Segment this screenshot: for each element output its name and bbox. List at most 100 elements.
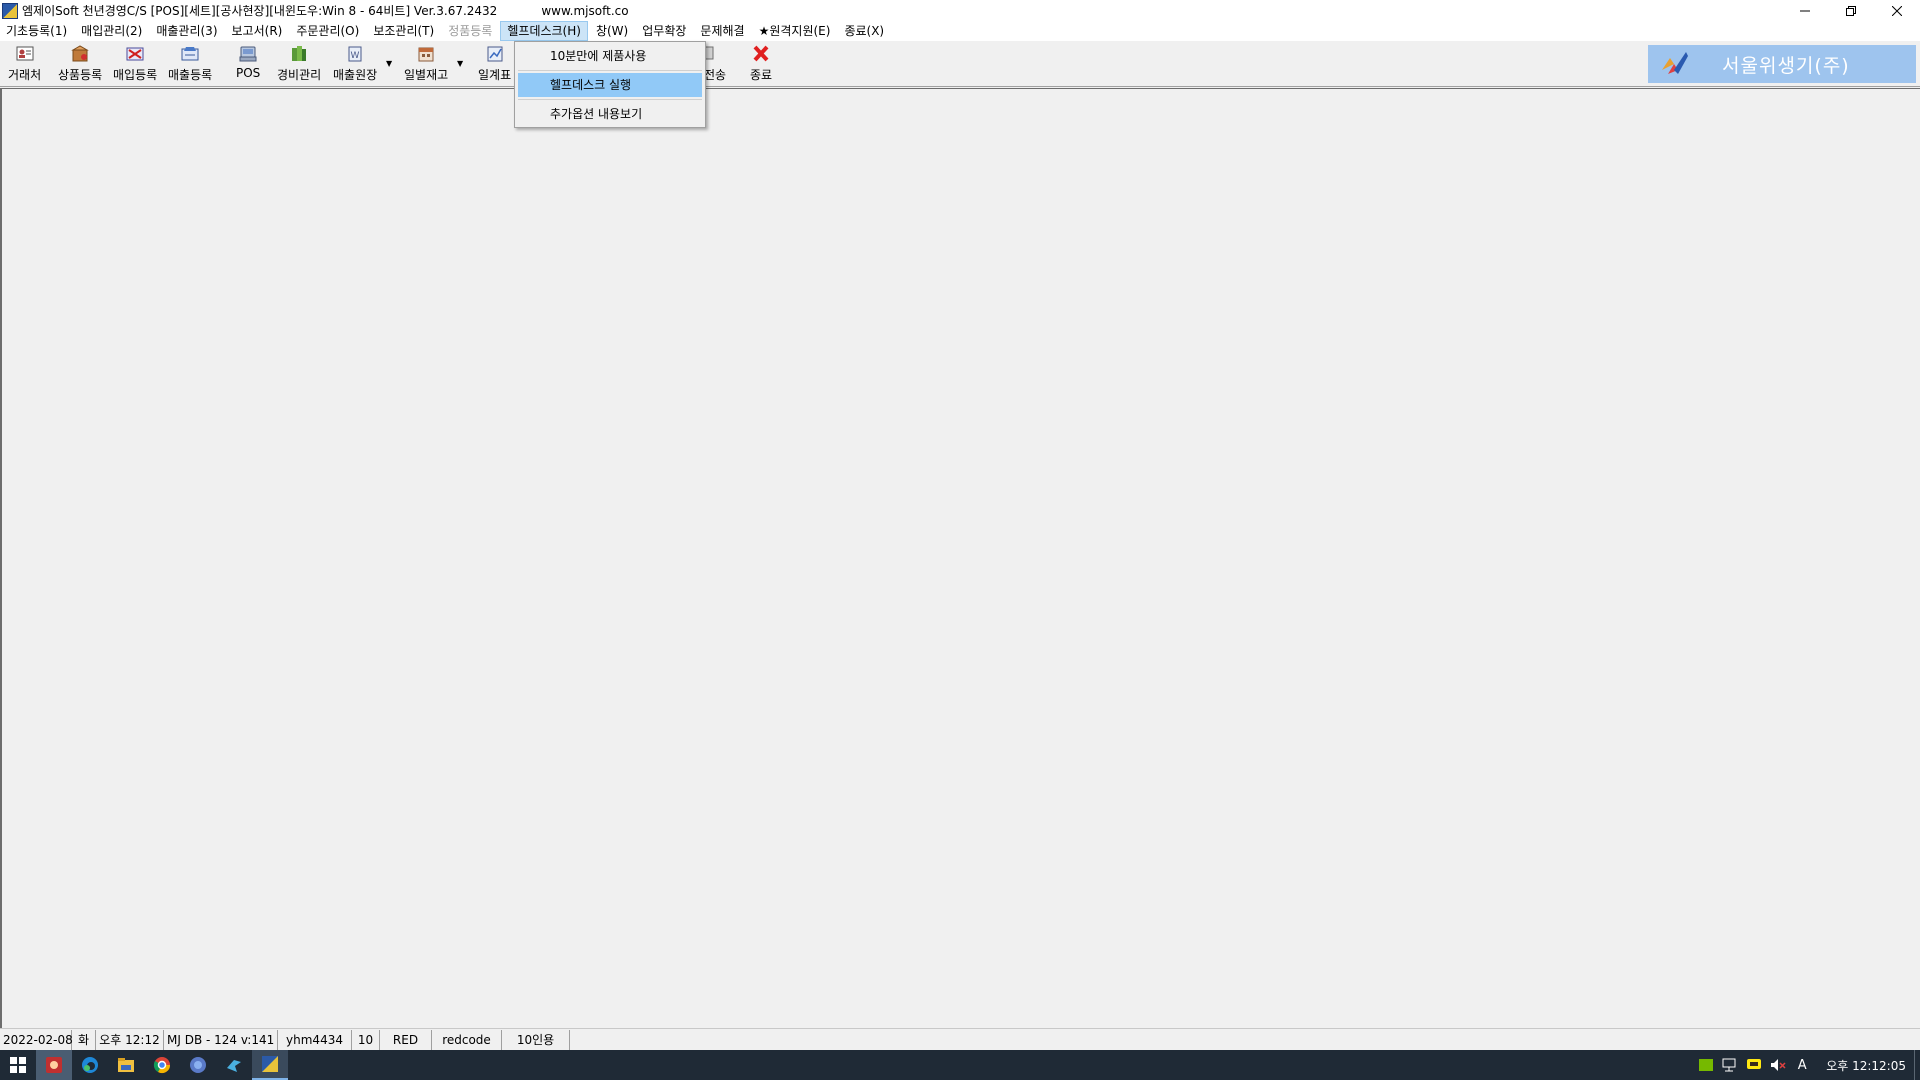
purchase-registration-button[interactable]: 매입등록 — [113, 45, 157, 85]
client-label: 거래처 — [8, 68, 42, 82]
transfer-icon — [705, 46, 714, 60]
chrome-icon — [153, 1057, 171, 1074]
tray-messenger[interactable] — [1742, 1050, 1766, 1080]
pos-button[interactable]: POS — [236, 45, 260, 85]
daily-sheet-label: 일계표 — [478, 68, 512, 82]
product-registration-button[interactable]: 상품등록 — [58, 45, 102, 85]
window-title: 엠제이Soft 천년경영C/S [POS][세트][공사현장][내윈도우:Win… — [22, 4, 498, 18]
status-date: 2022-02-08 — [0, 1029, 73, 1050]
status-db: MJ DB - 124 v:141 — [164, 1029, 278, 1050]
minimize-button[interactable] — [1782, 0, 1828, 21]
daily-inventory-dropdown-arrow[interactable]: ▼ — [457, 59, 463, 68]
mjsoft-app-icon — [262, 1056, 278, 1072]
toolbar: 거래처 상품등록 매입등록 매출등록 POS 경비관리 W 매출원장 ▼ 일별재… — [0, 41, 1920, 87]
status-license: 10인용 — [502, 1029, 570, 1050]
status-bar: 2022-02-08 화 오후 12:12 MJ DB - 124 v:141 … — [0, 1028, 1920, 1050]
taskbar-mjsoft[interactable] — [252, 1050, 288, 1080]
menu-helpdesk[interactable]: 헬프데스크(H) — [500, 21, 588, 41]
transfer-button[interactable]: 전송 — [704, 45, 726, 85]
helpdesk-dropdown-menu: 10분만에 제품사용 헬프데스크 실행 추가옵션 내용보기 — [514, 41, 706, 128]
menu-sales-management[interactable]: 매출관리(3) — [150, 21, 223, 41]
menu-item-run-helpdesk[interactable]: 헬프데스크 실행 — [518, 73, 702, 97]
restore-button[interactable] — [1828, 0, 1874, 21]
close-button[interactable] — [1874, 0, 1920, 21]
menu-item-10min-guide[interactable]: 10분만에 제품사용 — [518, 44, 702, 68]
menu-item-view-options[interactable]: 추가옵션 내용보기 — [518, 102, 702, 126]
tray-network[interactable] — [1718, 1050, 1742, 1080]
minimize-icon — [1800, 10, 1810, 11]
edge-browser-icon — [82, 1057, 98, 1073]
svg-text:W: W — [351, 51, 360, 61]
product-registration-label: 상품등록 — [58, 68, 103, 82]
daily-inventory-label: 일별재고 — [404, 68, 449, 82]
pos-label: POS — [236, 66, 261, 80]
window-controls — [1782, 0, 1920, 21]
client-card-icon — [16, 46, 34, 61]
main-workspace — [0, 88, 1920, 1028]
pos-terminal-icon — [239, 46, 257, 62]
ledger-icon: W — [348, 46, 362, 62]
taskbar-file-explorer[interactable] — [108, 1050, 144, 1080]
menu-product-registration[interactable]: 정품등록 — [442, 21, 498, 41]
menu-reports[interactable]: 보고서(R) — [226, 21, 289, 41]
taskbar-app-bird[interactable] — [216, 1050, 252, 1080]
sales-registration-button[interactable]: 매출등록 — [168, 45, 212, 85]
menu-bar: 기초등록(1) 매입관리(2) 매출관리(3) 보고서(R) 주문관리(O) 보… — [0, 21, 1920, 41]
sales-icon — [181, 47, 199, 61]
menu-exit[interactable]: 종료(X) — [838, 21, 890, 41]
menu-auxiliary-management[interactable]: 보조관리(T) — [367, 21, 440, 41]
daily-chart-icon — [487, 46, 503, 62]
exit-x-icon — [753, 45, 769, 62]
taskbar-app-red[interactable] — [36, 1050, 72, 1080]
blue-circle-app-icon — [190, 1057, 206, 1073]
company-logo-icon — [1662, 52, 1688, 74]
taskbar-app-blue[interactable] — [180, 1050, 216, 1080]
volume-muted-icon — [1771, 1059, 1786, 1071]
taskbar: A 오후 12:12:05 — [0, 1050, 1920, 1080]
sales-ledger-label: 매출원장 — [333, 68, 378, 82]
show-desktop-button[interactable] — [1914, 1050, 1920, 1080]
menu-purchase-management[interactable]: 매입관리(2) — [75, 21, 148, 41]
expense-books-icon — [292, 46, 307, 61]
menu-remote-support[interactable]: ★원격지원(E) — [753, 21, 837, 41]
company-banner: 서울위생기(주) — [1648, 45, 1916, 83]
menu-separator — [518, 70, 702, 71]
close-icon — [1892, 5, 1902, 16]
expense-management-label: 경비관리 — [277, 68, 322, 82]
menu-order-management[interactable]: 주문관리(O) — [290, 21, 365, 41]
taskbar-chrome[interactable] — [144, 1050, 180, 1080]
taskbar-edge[interactable] — [72, 1050, 108, 1080]
menu-basic-registration[interactable]: 기초등록(1) — [0, 21, 73, 41]
bird-app-icon — [227, 1060, 241, 1072]
network-icon — [1722, 1058, 1736, 1072]
red-app-icon — [46, 1057, 62, 1073]
daily-inventory-button[interactable]: 일별재고 — [404, 45, 448, 85]
tray-ime[interactable]: A — [1790, 1050, 1814, 1080]
client-button[interactable]: 거래처 — [8, 45, 41, 85]
menu-troubleshooting[interactable]: 문제해결 — [694, 21, 750, 41]
daily-sheet-button[interactable]: 일계표 — [478, 45, 511, 85]
status-code: redcode — [432, 1029, 502, 1050]
start-button[interactable] — [0, 1050, 36, 1080]
menu-separator — [518, 99, 702, 100]
transfer-label: 전송 — [704, 68, 727, 82]
tray-volume[interactable] — [1766, 1050, 1790, 1080]
exit-button[interactable]: 종료 — [750, 45, 772, 85]
product-box-icon — [71, 45, 89, 62]
company-name: 서울위생기(주) — [1722, 54, 1850, 77]
system-tray: A 오후 12:12:05 — [1694, 1050, 1920, 1080]
status-time: 오후 12:12 — [96, 1029, 164, 1050]
taskbar-clock[interactable]: 오후 12:12:05 — [1826, 1057, 1906, 1074]
expense-management-button[interactable]: 경비관리 — [277, 45, 321, 85]
window-url: www.mjsoft.co — [541, 3, 629, 18]
menu-window[interactable]: 창(W) — [590, 21, 634, 41]
menu-business-extension[interactable]: 업무확장 — [636, 21, 692, 41]
sales-ledger-dropdown-arrow[interactable]: ▼ — [386, 59, 392, 68]
status-number: 10 — [352, 1029, 380, 1050]
purchase-registration-label: 매입등록 — [113, 68, 158, 82]
tray-nvidia[interactable] — [1694, 1050, 1718, 1080]
restore-icon — [1846, 5, 1856, 16]
title-bar: 엠제이Soft 천년경영C/S [POS][세트][공사현장][내윈도우:Win… — [0, 0, 1920, 21]
sales-ledger-button[interactable]: W 매출원장 — [333, 45, 377, 85]
app-icon — [2, 2, 18, 19]
